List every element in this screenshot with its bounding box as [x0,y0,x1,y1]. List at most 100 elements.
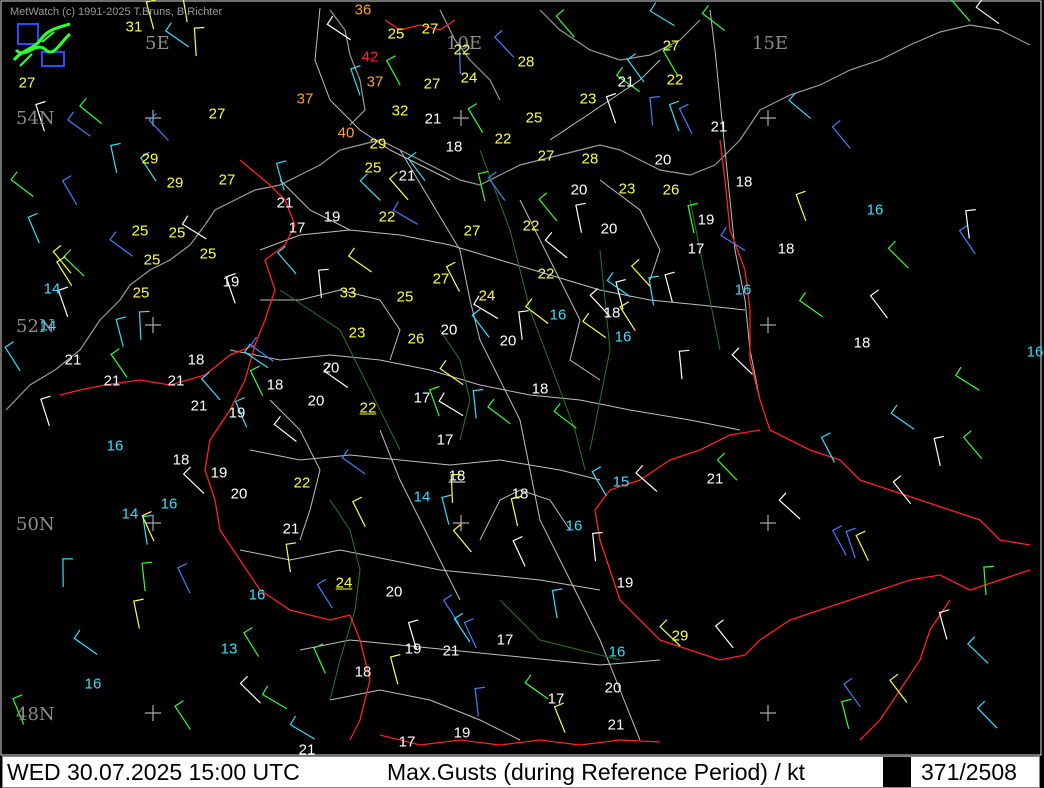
gust-value: 14 [39,317,57,335]
gust-value: 17 [547,690,565,708]
gust-value: 19 [616,574,634,592]
gust-value: 24 [460,69,478,87]
gust-value: 40 [337,124,355,142]
gust-value: 25 [199,245,217,263]
gust-value: 14 [413,488,431,506]
gust-value: 29 [141,150,159,168]
gust-value: 27 [432,270,450,288]
gust-value: 20 [440,321,458,339]
gust-value: 16 [614,328,632,346]
gust-value: 25 [387,25,405,43]
gust-value: 15 [612,473,630,491]
gust-value: 21 [442,642,460,660]
gust-value: 14 [121,505,139,523]
gust-value: 17 [413,389,431,407]
gust-value: 20 [499,332,517,350]
gust-value: 25 [525,109,543,127]
gust-value: 21 [167,372,185,390]
parameter-label: Max.Gusts (during Reference Period) / kt [387,759,805,785]
gust-value: 18 [266,376,284,394]
gust-value: 25 [143,251,161,269]
weather-map [0,0,1044,788]
gust-value: 21 [103,372,121,390]
gust-value: 25 [396,288,414,306]
gust-value: 19 [228,404,246,422]
lat-label-50n: 50N [16,514,55,535]
gust-value: 21 [706,470,724,488]
gust-value: 27 [18,74,36,92]
gust-value: 21 [190,397,208,415]
gust-value: 20 [604,679,622,697]
gust-value: 20 [654,151,672,169]
gust-value: 19 [404,640,422,658]
gust-value: 17 [687,240,705,258]
gust-value: 16 [160,495,178,513]
status-divider [883,757,911,787]
gust-value: 17 [496,631,514,649]
gust-value: 20 [570,181,588,199]
gust-value: 31 [125,18,143,36]
gust-value: 22 [494,130,512,148]
gust-value: 19 [323,208,341,226]
gust-value: 19 [210,464,228,482]
gust-value: 33 [339,284,357,302]
counter-label: 371/2508 [921,759,1017,785]
gust-value: 26 [662,181,680,199]
gust-value: 23 [618,180,636,198]
gust-value: 22 [537,265,555,283]
gust-value: 16 [549,306,567,324]
gust-value: 27 [421,20,439,38]
gust-value: 22 [666,71,684,89]
gust-value: 21 [424,110,442,128]
gust-value: 27 [208,105,226,123]
gust-value: 20 [322,359,340,377]
gust-value: 18 [448,467,466,485]
lat-label-54n: 54N [16,108,55,129]
gust-value: 20 [385,583,403,601]
gust-value: 22 [293,474,311,492]
gust-value: 21 [398,167,416,185]
gust-value: 22 [378,208,396,226]
gust-value: 21 [607,716,625,734]
lon-label-15e: 15E [752,33,789,54]
gust-value: 36 [354,1,372,19]
gust-value: 16 [565,517,583,535]
gust-value: 22 [522,217,540,235]
gust-value: 29 [369,135,387,153]
gust-value: 18 [777,240,795,258]
gust-value: 16 [734,281,752,299]
gust-value: 26 [407,330,425,348]
gust-value: 20 [230,485,248,503]
gust-value: 27 [423,75,441,93]
gust-value: 21 [617,73,635,91]
gust-value: 25 [131,222,149,240]
gust-value: 16 [608,643,626,661]
gust-value: 16 [866,201,884,219]
gust-value: 25 [132,284,150,302]
gust-value: 32 [391,102,409,120]
gust-value: 29 [671,627,689,645]
gust-value: 25 [168,224,186,242]
datetime-label: WED 30.07.2025 15:00 UTC [7,759,300,785]
lat-label-48n: 48N [16,704,55,725]
gust-value: 22 [359,399,377,417]
gust-value: 23 [348,324,366,342]
credit-text: MetWatch (c) 1991-2025 T.Bruns, B.Richte… [10,6,223,18]
gust-value: 37 [296,90,314,108]
gust-value: 18 [187,351,205,369]
gust-value: 42 [361,48,379,66]
gust-value: 19 [697,211,715,229]
gust-value: 16 [106,437,124,455]
gust-value: 13 [220,640,238,658]
gust-value: 21 [276,194,294,212]
gust-value: 20 [307,392,325,410]
gust-value: 28 [581,150,599,168]
gust-value: 18 [853,334,871,352]
gust-value: 18 [445,138,463,156]
gust-value: 19 [222,273,240,291]
gust-value: 21 [710,118,728,136]
gust-value: 28 [517,53,535,71]
gust-value: 18 [354,663,372,681]
gust-value: 18 [531,380,549,398]
gust-value: 14 [43,280,61,298]
